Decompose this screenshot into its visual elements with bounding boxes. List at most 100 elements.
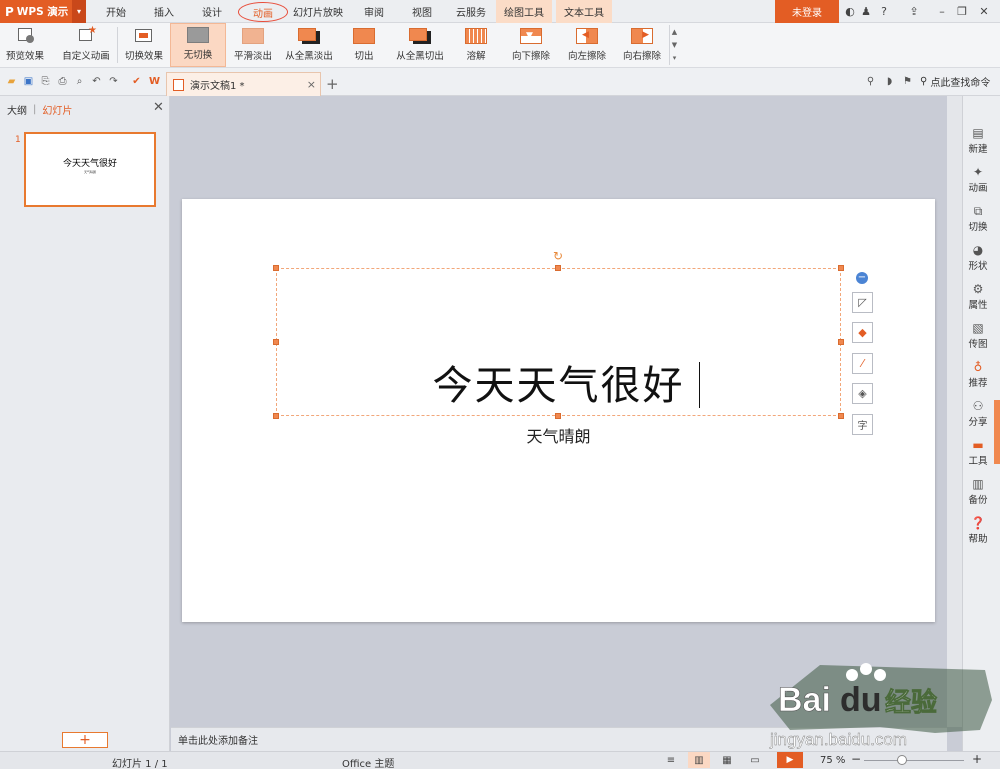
sidebar-share[interactable]: ⚇ 分享: [963, 399, 993, 428]
zoom-out-icon[interactable]: −: [851, 752, 861, 766]
resize-handle[interactable]: [273, 339, 279, 345]
quick-customize-icon[interactable]: ✔: [130, 75, 143, 88]
sidebar-properties[interactable]: ⚙ 属性: [963, 282, 993, 311]
help-icon[interactable]: ?: [876, 4, 892, 19]
tab-slideshow[interactable]: 幻灯片放映: [290, 0, 346, 23]
command-search[interactable]: ⚲ 点此查找命令: [920, 74, 990, 89]
resize-handle[interactable]: [555, 265, 561, 271]
slide-thumbnail[interactable]: 今天天气很好 天气晴朗: [24, 132, 156, 207]
resize-handle[interactable]: [838, 413, 844, 419]
sidebar-expand-handle[interactable]: [994, 400, 1000, 464]
transition-label: 平滑淡出: [233, 51, 272, 62]
print-preview-icon[interactable]: ⌕: [73, 75, 86, 88]
export-pdf-icon[interactable]: ⎘: [39, 75, 52, 88]
zoom-level[interactable]: 75 %: [820, 755, 845, 766]
transition-label: 切出: [354, 51, 374, 62]
close-tab-icon[interactable]: ×: [307, 78, 316, 91]
close-window-icon[interactable]: ✕: [976, 4, 992, 19]
outline-color-icon[interactable]: ⁄: [852, 353, 873, 374]
login-button[interactable]: 未登录: [775, 0, 839, 23]
resize-handle[interactable]: [838, 339, 844, 345]
sidebar-switch[interactable]: ⧉ 切换: [963, 204, 993, 233]
transition-cut-black-button[interactable]: 从全黑切出: [392, 23, 448, 67]
transition-wipe-down-icon: ▼: [520, 28, 542, 44]
tool-c-icon[interactable]: ⚑: [901, 75, 914, 88]
collapse-float-toolbar-icon[interactable]: −: [856, 272, 868, 284]
slide-subtitle[interactable]: 天气晴朗: [276, 423, 841, 447]
transition-fade-smooth-button[interactable]: 平滑淡出: [228, 23, 278, 67]
sidebar-shape[interactable]: ◕ 形状: [963, 243, 993, 272]
normal-view-icon[interactable]: ▥: [688, 752, 710, 768]
tab-slides[interactable]: 幻灯片: [42, 102, 72, 117]
transition-none-button[interactable]: 无切换: [170, 23, 226, 67]
save-icon[interactable]: ▣: [22, 75, 35, 88]
tab-design[interactable]: 设计: [192, 0, 232, 23]
zoom-slider[interactable]: [864, 760, 964, 761]
custom-animation-button[interactable]: ★ 自定义动画: [60, 23, 112, 67]
transition-dissolve-button[interactable]: 溶解: [456, 23, 496, 67]
preview-effect-button[interactable]: 预览效果: [4, 23, 46, 67]
rotate-handle-icon[interactable]: ↻: [553, 249, 563, 263]
tab-outline[interactable]: 大纲: [7, 102, 27, 117]
fill-color-icon[interactable]: ◆: [852, 322, 873, 343]
minimize-icon[interactable]: –: [934, 4, 950, 19]
sidebar-tools[interactable]: ▬ 工具: [963, 438, 993, 467]
sidebar-animation[interactable]: ✦ 动画: [963, 165, 993, 194]
tool-a-icon[interactable]: ⚲: [864, 75, 877, 88]
notes-toggle-icon[interactable]: ≡: [660, 752, 682, 768]
toolbox-icon: ▬: [972, 438, 984, 452]
document-tab[interactable]: 演示文稿1 * ×: [166, 72, 321, 96]
tab-insert[interactable]: 插入: [144, 0, 184, 23]
tool-b-icon[interactable]: ◗: [883, 75, 896, 88]
skin-icon[interactable]: ◐: [842, 4, 858, 19]
close-panel-icon[interactable]: ✕: [153, 100, 164, 115]
resize-handle[interactable]: [273, 265, 279, 271]
zoom-in-icon[interactable]: +: [972, 752, 982, 766]
resize-handle[interactable]: [838, 265, 844, 271]
reading-view-icon[interactable]: ▭: [744, 752, 766, 768]
tab-drawing-tools[interactable]: 绘图工具: [496, 0, 552, 23]
resize-handle[interactable]: [273, 413, 279, 419]
print-icon[interactable]: ⎙: [56, 75, 69, 88]
add-tab-icon[interactable]: +: [326, 75, 339, 93]
tab-home[interactable]: 开始: [96, 0, 136, 23]
text-format-icon[interactable]: 字: [852, 414, 873, 435]
transition-fade-black-button[interactable]: 从全黑淡出: [281, 23, 337, 67]
wps-app-menu[interactable]: P WPS 演示 ▾: [0, 0, 86, 23]
custom-animation-label: 自定义动画: [62, 51, 110, 62]
transition-wipe-down-button[interactable]: ▼ 向下擦除: [506, 23, 556, 67]
tab-cloud[interactable]: 云服务: [450, 0, 492, 23]
transition-wipe-left-button[interactable]: ◀ 向左擦除: [562, 23, 612, 67]
sidebar-send-image[interactable]: ▧ 传图: [963, 321, 993, 350]
tab-text-tools[interactable]: 文本工具: [556, 0, 612, 23]
open-folder-icon[interactable]: ▰: [5, 75, 18, 88]
sidebar-backup[interactable]: ▥ 备份: [963, 477, 993, 506]
sorter-view-icon[interactable]: ▦: [716, 752, 738, 768]
layer-order-icon[interactable]: ◈: [852, 383, 873, 404]
zoom-slider-thumb[interactable]: [897, 755, 907, 765]
tab-animation[interactable]: 动画: [238, 2, 288, 22]
upload-icon[interactable]: ⇪: [906, 4, 922, 19]
play-slideshow-button[interactable]: ▶: [777, 752, 803, 768]
transition-cut-button[interactable]: 切出: [344, 23, 384, 67]
add-slide-button[interactable]: +: [62, 732, 108, 748]
shape-style-icon[interactable]: ◸: [852, 292, 873, 313]
tab-review[interactable]: 审阅: [354, 0, 394, 23]
sidebar-help[interactable]: ❓ 帮助: [963, 516, 993, 545]
chevron-down-icon[interactable]: ▾: [72, 0, 86, 23]
redo-icon[interactable]: ↷: [107, 75, 120, 88]
undo-icon[interactable]: ↶: [90, 75, 103, 88]
wps-home-icon[interactable]: W: [148, 75, 161, 88]
slide-title[interactable]: 今天天气很好: [276, 353, 841, 411]
resize-handle[interactable]: [555, 413, 561, 419]
ribbon-gallery-scroll[interactable]: ▲ ▼ ▾: [669, 25, 679, 65]
sidebar-label: 切换: [968, 222, 988, 233]
switch-effect-button[interactable]: 切换效果: [121, 23, 167, 67]
transition-wipe-right-button[interactable]: ▶ 向右擦除: [617, 23, 667, 67]
vertical-scrollbar[interactable]: [947, 96, 962, 727]
tab-view[interactable]: 视图: [402, 0, 442, 23]
restore-icon[interactable]: ❐: [954, 4, 970, 19]
sidebar-new[interactable]: ▤ 新建: [963, 126, 993, 155]
sidebar-recommend[interactable]: ♁ 推荐: [963, 360, 993, 389]
shirt-icon[interactable]: ♟: [858, 4, 874, 19]
